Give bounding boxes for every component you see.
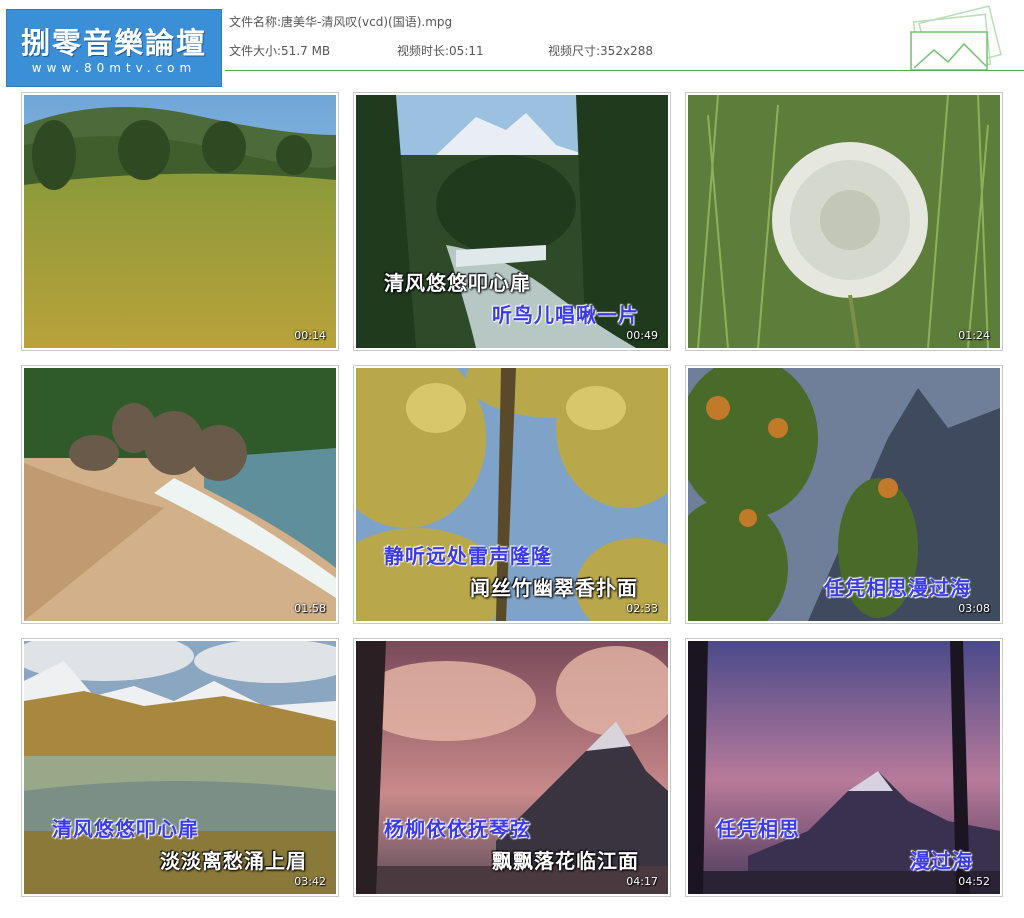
timestamp: 04:52 (958, 875, 990, 888)
lyric-line-1: 清风悠悠叩心扉 (52, 817, 199, 841)
dimensions-row: 视频尺寸:352x288 (548, 42, 653, 59)
logo-url: www.80mtv.com (31, 61, 197, 75)
thumbnail-4[interactable]: 01:58 (21, 365, 339, 624)
lyric-line-1: 任凭相思漫过海 (824, 576, 971, 600)
file-size-label: 文件大小: (229, 44, 282, 58)
timestamp: 01:58 (294, 602, 326, 615)
lyric-line-1: 任凭相思 (716, 817, 800, 841)
beach-scene (24, 368, 336, 621)
thumbnail-2[interactable]: 清风悠悠叩心扉 听鸟儿唱啾一片 00:49 (353, 92, 671, 351)
lyric-line-2: 听鸟儿唱啾一片 (492, 303, 639, 327)
file-name-label: 文件名称: (229, 15, 282, 29)
lyric-line-2: 闻丝竹幽翠香扑面 (470, 576, 638, 600)
lyric-line-2: 漫过海 (910, 849, 973, 873)
meadow-scene (24, 95, 336, 348)
timestamp: 03:42 (294, 875, 326, 888)
duration-row: 视频时长:05:11 (397, 42, 484, 59)
header-divider (225, 70, 1024, 71)
lyric-line-1: 静听远处雷声隆隆 (384, 544, 552, 568)
photo-stack-icon (910, 5, 1002, 70)
thumbnail-9[interactable]: 任凭相思 漫过海 04:52 (685, 638, 1003, 897)
thumbnail-5[interactable]: 静听远处雷声隆隆 闻丝竹幽翠香扑面 02:33 (353, 365, 671, 624)
dimensions-label: 视频尺寸: (548, 44, 601, 58)
thumbnail-6[interactable]: 任凭相思漫过海 03:08 (685, 365, 1003, 624)
lyric-line-1: 清风悠悠叩心扉 (384, 271, 531, 295)
file-name-value: 唐美华-清风叹(vcd)(国语).mpg (281, 15, 453, 29)
duration-value: 05:11 (449, 44, 484, 58)
lyric-line-1: 杨柳依依抚琴弦 (384, 817, 531, 841)
lyric-line-2: 淡淡离愁涌上眉 (160, 849, 307, 873)
lyric-line-2: 飘飘落花临江面 (492, 849, 639, 873)
thumbnail-8[interactable]: 杨柳依依抚琴弦 飘飘落花临江面 04:17 (353, 638, 671, 897)
file-size-row: 文件大小:51.7 MB (229, 42, 330, 59)
dandelion-scene (688, 95, 1000, 348)
timestamp: 00:49 (626, 329, 658, 342)
timestamp: 03:08 (958, 602, 990, 615)
timestamp: 01:24 (958, 329, 990, 342)
timestamp: 00:14 (294, 329, 326, 342)
logo-title: 捌零音樂論壇 (20, 26, 207, 60)
file-name-row: 文件名称:唐美华-清风叹(vcd)(国语).mpg (229, 13, 452, 30)
timestamp: 02:33 (626, 602, 658, 615)
timestamp: 04:17 (626, 875, 658, 888)
thumbnail-3[interactable]: 01:24 (685, 92, 1003, 351)
thumbnail-7[interactable]: 清风悠悠叩心扉 淡淡离愁涌上眉 03:42 (21, 638, 339, 897)
dimensions-value: 352x288 (600, 44, 653, 58)
thumbnail-1[interactable]: 00:14 (21, 92, 339, 351)
forum-logo: 捌零音樂論壇 www.80mtv.com (6, 9, 222, 87)
duration-label: 视频时长: (397, 44, 450, 58)
file-size-value: 51.7 MB (281, 44, 331, 58)
